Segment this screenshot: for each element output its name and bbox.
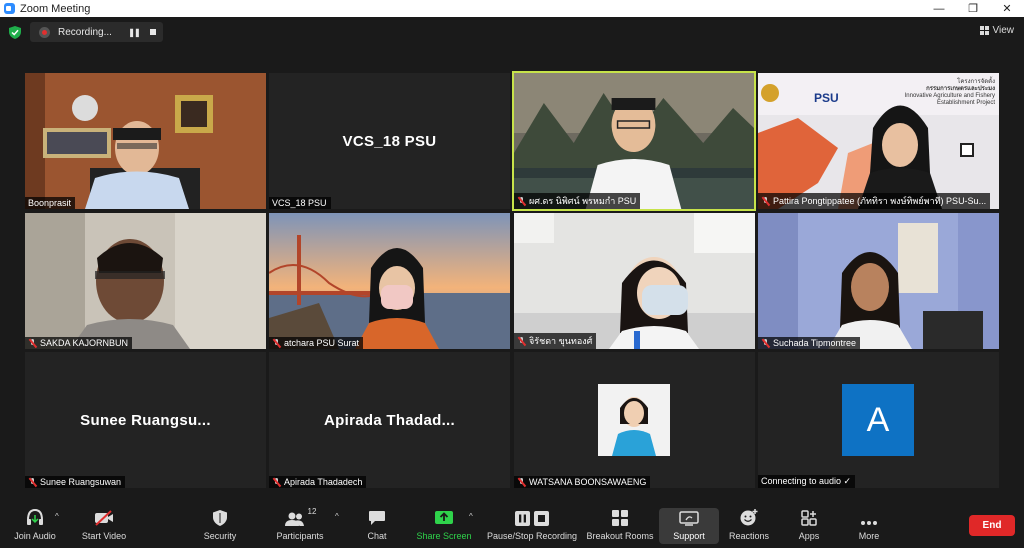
maximize-button[interactable]: ❐ (956, 0, 990, 17)
participants-icon (284, 512, 304, 526)
more-button[interactable]: More (850, 504, 888, 548)
view-label: View (992, 25, 1015, 36)
participants-count: 12 (307, 507, 317, 516)
video-feed-boonprasit (25, 73, 266, 209)
participant-name-tag: ผศ.ดร นิพิศน์ พรหมกำ PSU (514, 193, 641, 209)
participant-name-tag: Apirada Thadadech (269, 476, 367, 488)
support-icon (679, 511, 699, 526)
psu-logo-text: PSU (814, 91, 839, 105)
video-tile-active-speaker[interactable]: ผศ.ดร นิพิศน์ พรหมกำ PSU (512, 71, 756, 211)
video-tile-sakda[interactable]: SAKDA KAJORNBUN (25, 213, 266, 349)
meeting-toolbar: Join Audio ^ Start Video Security 12 Par… (0, 500, 1024, 548)
video-tile-jiratchada[interactable]: จิรัชดา ขุนทองศ์ (514, 213, 755, 349)
muted-mic-icon (28, 338, 37, 348)
pause-recording-icon[interactable]: ❚❚ (124, 28, 144, 37)
recording-label: Recording... (58, 26, 112, 38)
share-screen-button[interactable]: Share Screen (414, 504, 474, 548)
muted-mic-icon (517, 336, 526, 346)
muted-mic-icon (272, 338, 281, 348)
encryption-shield-icon[interactable] (9, 26, 21, 39)
participant-name-tag: Pattira Pongtippatee (ภัททิรา พงษ์ทิพย์พ… (758, 193, 991, 209)
avatar: A (842, 384, 914, 456)
video-feed-office (514, 213, 755, 349)
recording-indicator: Recording... ❚❚ (30, 22, 163, 42)
video-tile-apirada[interactable]: Apirada Thadad... Apirada Thadadech (269, 352, 510, 488)
video-feed-mountain-background (514, 73, 754, 209)
video-tile-connecting[interactable]: A Connecting to audio ✓ (758, 352, 999, 488)
security-button[interactable]: Security (198, 504, 242, 548)
video-tile-pattira[interactable]: PSU โครงการจัดตั้ง กรรมการเกษตรและประมง … (758, 73, 999, 209)
participants-button[interactable]: 12 Participants (272, 504, 328, 548)
breakout-rooms-icon (612, 510, 628, 526)
pause-stop-recording-button[interactable]: Pause/Stop Recording (486, 504, 578, 548)
participant-display-name: VCS_18 PSU (342, 132, 437, 150)
stop-recording-icon[interactable] (150, 29, 156, 35)
window-titlebar: Zoom Meeting — ❐ ✕ (0, 0, 1024, 17)
start-video-button[interactable]: Start Video (78, 504, 130, 548)
close-button[interactable]: ✕ (990, 0, 1024, 17)
participant-name-tag: WATSANA BOONSAWAENG (514, 476, 651, 488)
end-meeting-button[interactable]: End (969, 515, 1015, 536)
join-audio-button[interactable]: Join Audio (11, 504, 59, 548)
muted-mic-icon (517, 196, 526, 206)
share-options-caret[interactable]: ^ (469, 512, 473, 521)
breakout-rooms-button[interactable]: Breakout Rooms (586, 504, 654, 548)
meeting-topbar: Recording... ❚❚ View (0, 17, 1024, 47)
pause-icon (515, 511, 530, 526)
reactions-button[interactable]: Reactions (726, 504, 772, 548)
headphone-icon (27, 508, 43, 525)
muted-mic-icon (761, 338, 770, 348)
muted-mic-icon (272, 477, 281, 487)
chat-icon (369, 511, 385, 525)
video-feed-sakda (25, 213, 266, 349)
video-feed-golden-gate-background (269, 213, 510, 349)
muted-mic-icon (28, 477, 37, 487)
participant-display-name: Apirada Thadad... (324, 411, 455, 429)
apps-icon (801, 510, 817, 526)
window-title: Zoom Meeting (20, 2, 91, 15)
apps-button[interactable]: Apps (790, 504, 828, 548)
participant-name-tag: จิรัชดา ขุนทองศ์ (514, 333, 597, 349)
banner-text: โครงการจัดตั้ง กรรมการเกษตรและประมง Inno… (904, 79, 995, 106)
grid-view-icon (979, 26, 989, 35)
reactions-smiley-icon (740, 509, 758, 526)
video-feed-curtains (758, 213, 999, 349)
share-screen-icon (435, 511, 453, 524)
chat-button[interactable]: Chat (357, 504, 397, 548)
participant-name-tag: atchara PSU Surat (269, 337, 364, 349)
video-tile-boonprasit[interactable]: Boonprasit (25, 73, 266, 209)
profile-photo (598, 384, 670, 456)
minimize-button[interactable]: — (922, 0, 956, 17)
participant-name-tag: Sunee Ruangsuwan (25, 476, 126, 488)
participant-name-tag: Boonprasit (25, 197, 76, 209)
shield-icon (213, 510, 227, 526)
video-tile-atchara[interactable]: atchara PSU Surat (269, 213, 510, 349)
zoom-app-icon (4, 3, 15, 14)
participant-name-tag: SAKDA KAJORNBUN (25, 337, 133, 349)
audio-options-caret[interactable]: ^ (55, 512, 59, 521)
video-tile-watsana[interactable]: WATSANA BOONSAWAENG (514, 352, 755, 488)
participant-name-tag: Connecting to audio ✓ (758, 475, 856, 488)
more-dots-icon (861, 521, 877, 525)
video-tile-sunee[interactable]: Sunee Ruangsu... Sunee Ruangsuwan (25, 352, 266, 488)
participants-options-caret[interactable]: ^ (335, 512, 339, 521)
participant-name-tag: Suchada Tipmontree (758, 337, 861, 349)
participant-name-tag: VCS_18 PSU (269, 197, 331, 209)
support-button[interactable]: Support (665, 504, 713, 548)
muted-mic-icon (517, 477, 526, 487)
video-tile-vcs18[interactable]: VCS_18 PSU VCS_18 PSU (269, 73, 510, 209)
muted-mic-icon (761, 196, 770, 206)
view-button[interactable]: View (979, 25, 1015, 36)
participant-display-name: Sunee Ruangsu... (80, 411, 211, 429)
video-off-icon (95, 510, 113, 526)
video-tile-suchada[interactable]: Suchada Tipmontree (758, 213, 999, 349)
recording-dot-icon (39, 26, 50, 38)
stop-icon (534, 511, 549, 526)
